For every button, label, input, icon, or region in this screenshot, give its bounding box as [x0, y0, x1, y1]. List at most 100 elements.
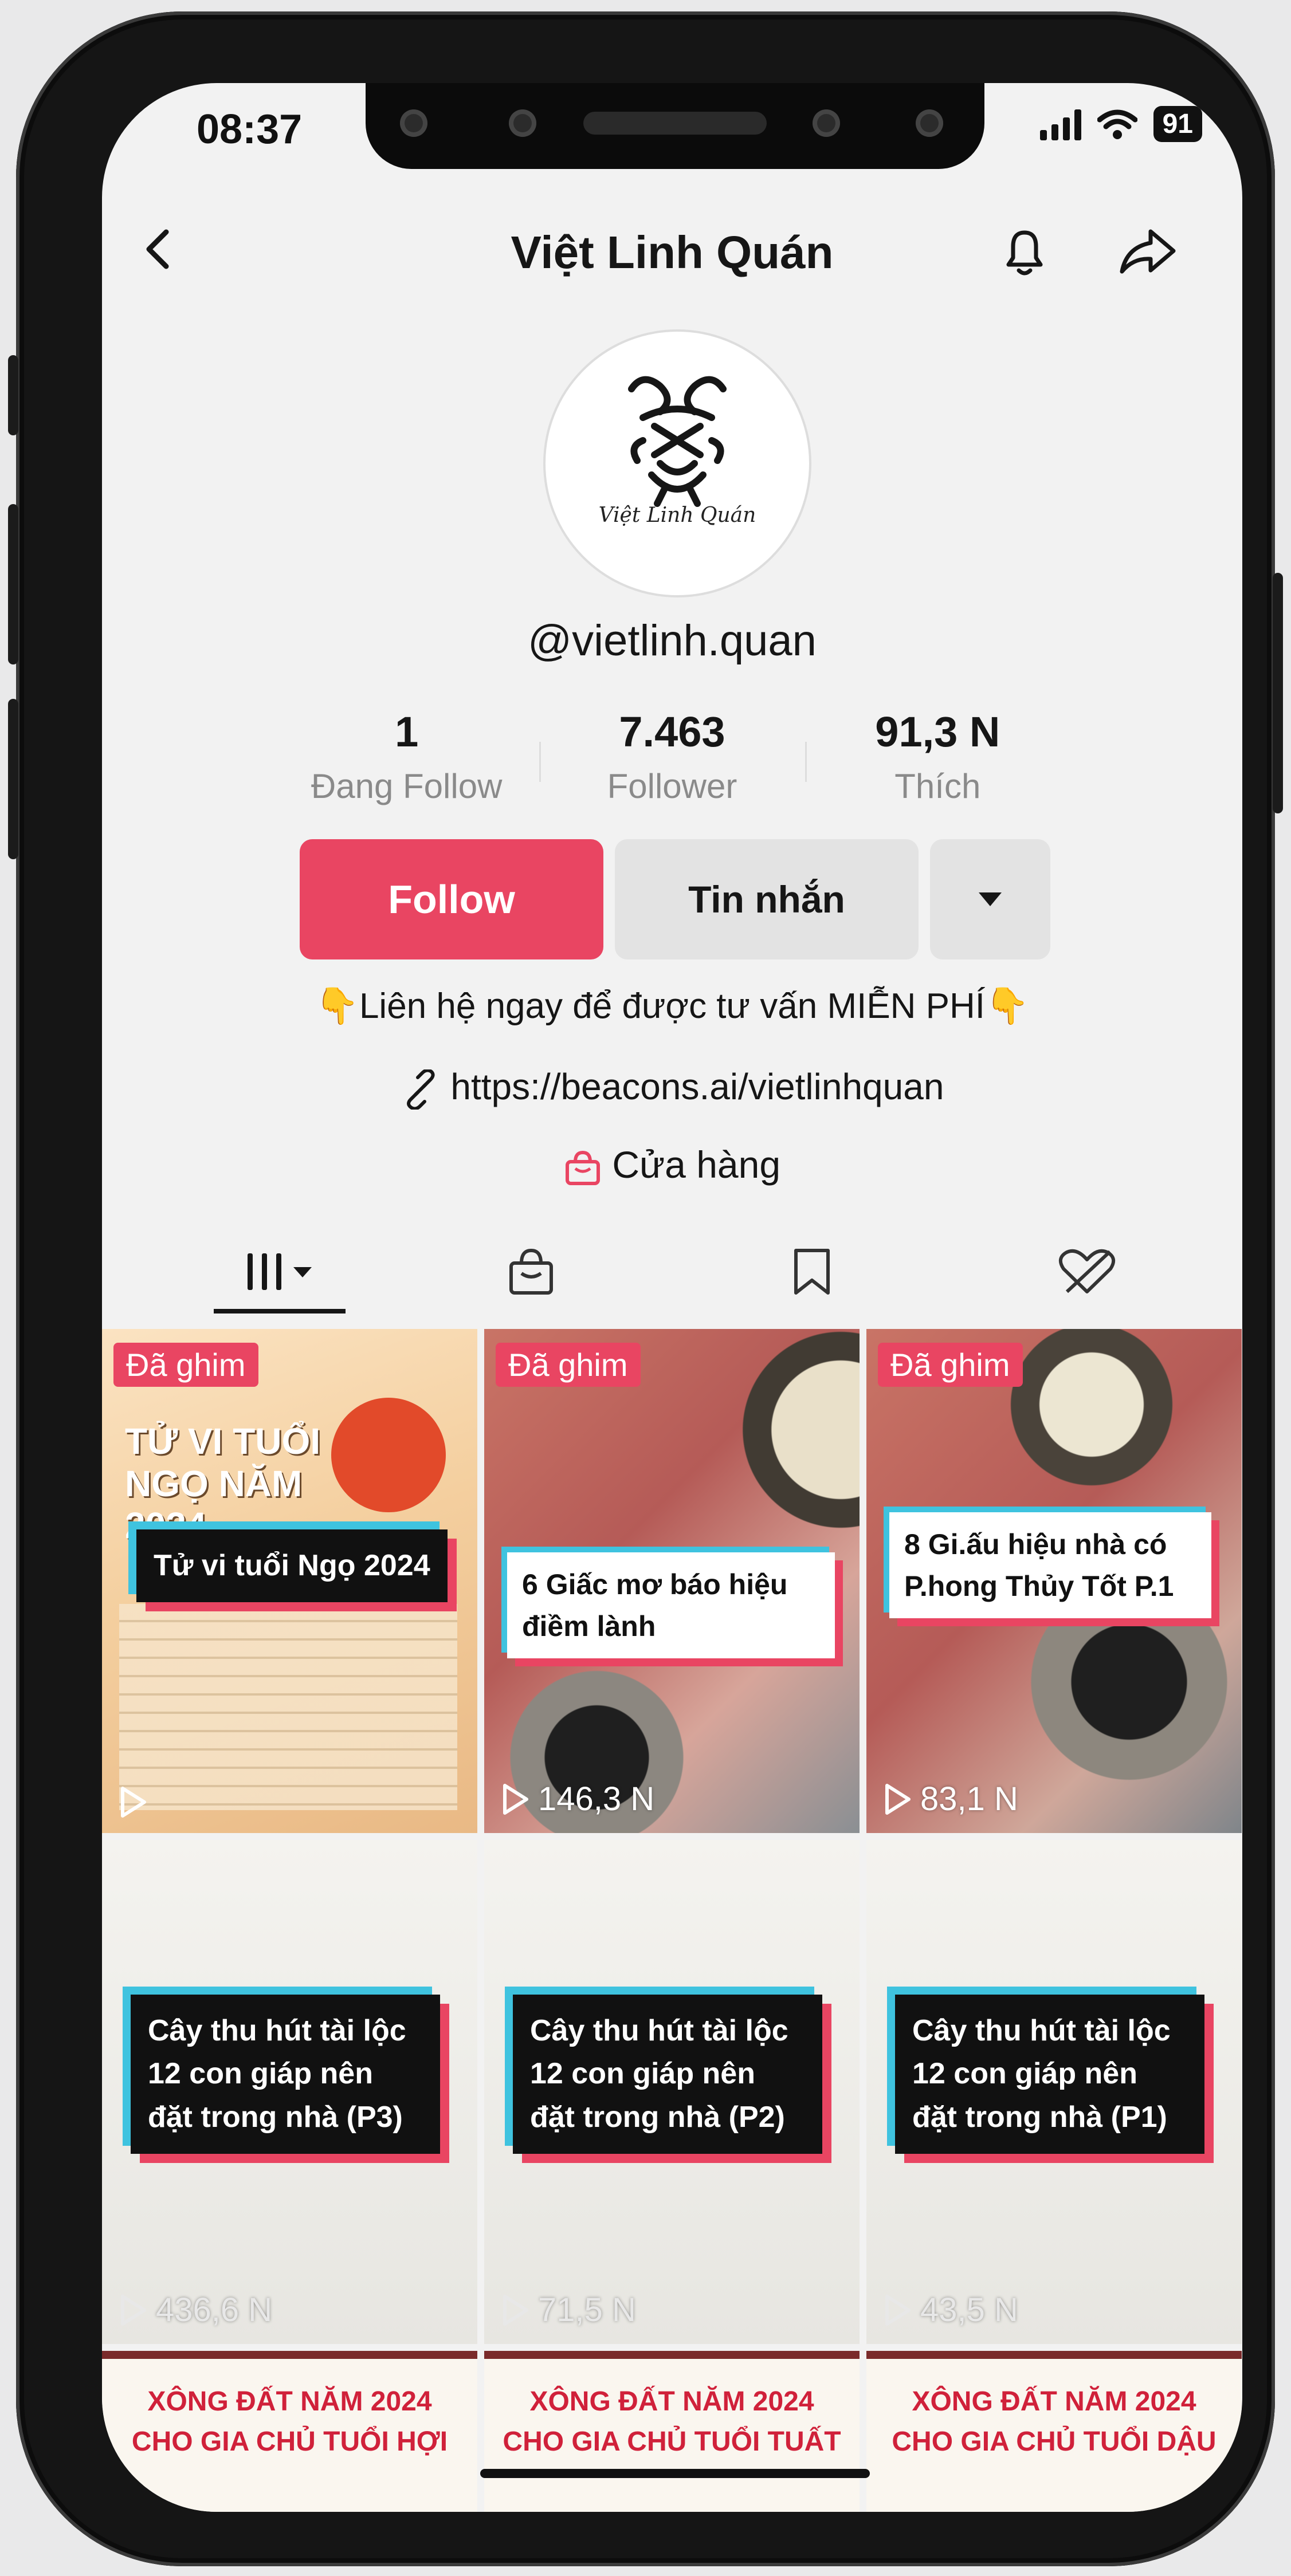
stat-followers[interactable]: 7.463 Follower: [539, 707, 805, 822]
screen: 08:37 91 Việt Linh Quán Việt Linh Quán @…: [102, 83, 1242, 2512]
play-icon: [503, 1783, 528, 1815]
shop-bag-icon: [565, 1150, 600, 1185]
tab-saved[interactable]: [669, 1229, 954, 1315]
pinned-badge: Đã ghim: [113, 1343, 258, 1387]
view-count-text: 43,5 N: [920, 2291, 1018, 2329]
speaker: [583, 112, 767, 135]
profile-bio: 👇Liên hệ ngay để được tư vấn MIỄN PHÍ👇: [315, 986, 1030, 1026]
view-count: [119, 1786, 148, 1818]
profile-stats: 1 Đang Follow 7.463 Follower 91,3 N Thíc…: [274, 707, 1070, 822]
view-count-text: 146,3 N: [538, 1780, 655, 1818]
dropdown-arrow-icon: [979, 892, 1002, 906]
play-icon: [885, 2294, 911, 2326]
battery-indicator: 91: [1153, 106, 1202, 142]
view-count: 146,3 N: [501, 1780, 654, 1818]
link-icon: [406, 1069, 435, 1110]
video-title: XÔNG ĐẤT NĂM 2024 CHO GIA CHỦ TUỔI TUẤT: [503, 2386, 841, 2457]
tab-liked[interactable]: [944, 1229, 1229, 1315]
shop-link[interactable]: Cửa hàng: [102, 1143, 1242, 1187]
view-count: 71,5 N: [501, 2291, 636, 2329]
front-camera: [509, 109, 536, 137]
view-count-text: 83,1 N: [920, 1780, 1018, 1818]
video-thumbnail[interactable]: Đã ghim 8 Gi.ấu hiệu nhà có P.hong Thủy …: [866, 1329, 1242, 1833]
video-caption: Cây thu hút tài lộc 12 con giáp nên đặt …: [513, 1995, 822, 2154]
sensor-3: [916, 109, 943, 137]
wifi-icon: [1097, 109, 1137, 139]
tab-shop[interactable]: [389, 1229, 673, 1315]
video-thumbnail[interactable]: TỬ VI TUỔI NGỌ NĂM 2024 Đã ghim Tử vi tu…: [102, 1329, 477, 1833]
video-caption: Cây thu hút tài lộc 12 con giáp nên đặt …: [131, 1995, 440, 2154]
view-count: 43,5 N: [884, 2291, 1018, 2329]
sensor-2: [813, 109, 840, 137]
notch: [366, 83, 984, 169]
avatar[interactable]: Việt Linh Quán: [543, 329, 811, 597]
tab-videos[interactable]: [136, 1229, 421, 1315]
username: @vietlinh.quan: [528, 616, 817, 665]
avatar-signature: Việt Linh Quán: [598, 504, 756, 527]
stat-divider: [539, 742, 541, 782]
power-button: [1273, 573, 1283, 813]
message-button[interactable]: Tin nhắn: [615, 839, 919, 959]
grid-tab-icon: [247, 1253, 312, 1290]
profile-link-text: https://beacons.ai/vietlinhquan: [450, 1066, 944, 1107]
sensor: [400, 109, 427, 137]
play-icon: [121, 1787, 146, 1818]
view-count-text: 71,5 N: [538, 2291, 636, 2329]
liked-tab-icon: [1058, 1249, 1115, 1293]
bookmark-tab-icon: [794, 1249, 830, 1295]
play-icon: [503, 2294, 528, 2326]
stat-label: Thích: [894, 767, 981, 805]
profile-header: Việt Linh Quán: [102, 203, 1242, 289]
view-count: 83,1 N: [884, 1780, 1018, 1818]
share-icon[interactable]: [1116, 223, 1179, 281]
home-indicator[interactable]: [480, 2469, 870, 2478]
horse-emblem: [331, 1398, 446, 1512]
stat-value: 1: [395, 708, 419, 756]
view-count: 436,6 N: [119, 2291, 272, 2329]
mute-switch: [8, 355, 18, 435]
page-title: Việt Linh Quán: [511, 227, 834, 278]
poster-text-block: [119, 1604, 457, 1810]
stat-value: 91,3 N: [875, 708, 1000, 756]
play-icon: [121, 2294, 146, 2326]
stat-label: Đang Follow: [311, 767, 503, 805]
profile-link[interactable]: https://beacons.ai/vietlinhquan: [102, 1065, 1242, 1110]
view-count-text: 436,6 N: [156, 2291, 273, 2329]
video-caption: 8 Gi.ấu hiệu nhà có P.hong Thủy Tốt P.1: [889, 1512, 1211, 1618]
video-title: XÔNG ĐẤT NĂM 2024 CHO GIA CHỦ TUỔI DẬU: [892, 2386, 1217, 2457]
bell-icon[interactable]: [996, 223, 1053, 281]
active-tab-indicator: [214, 1309, 346, 1313]
video-thumbnail[interactable]: Cây thu hút tài lộc 12 con giáp nên đặt …: [102, 1840, 477, 2344]
video-title: XÔNG ĐẤT NĂM 2024 CHO GIA CHỦ TUỔI HỢI: [131, 2386, 448, 2457]
follow-button[interactable]: Follow: [300, 839, 603, 959]
video-caption: Cây thu hút tài lộc 12 con giáp nên đặt …: [895, 1995, 1204, 2154]
video-thumbnail[interactable]: XÔNG ĐẤT NĂM 2024 CHO GIA CHỦ TUỔI TUẤT: [484, 2351, 860, 2512]
logo-icon: [628, 376, 727, 507]
status-indicators: 91: [1039, 106, 1202, 142]
volume-up-button: [8, 504, 18, 664]
pinned-badge: Đã ghim: [496, 1343, 641, 1387]
status-time: 08:37: [197, 107, 303, 152]
phone-frame: 08:37 91 Việt Linh Quán Việt Linh Quán @…: [8, 11, 1283, 2566]
video-thumbnail[interactable]: Cây thu hút tài lộc 12 con giáp nên đặt …: [866, 1840, 1242, 2344]
video-caption: 6 Giấc mơ báo hiệu điềm lành: [507, 1552, 835, 1658]
video-thumbnail[interactable]: Cây thu hút tài lộc 12 con giáp nên đặt …: [484, 1840, 860, 2344]
shop-label: Cửa hàng: [612, 1143, 781, 1186]
stat-value: 7.463: [619, 708, 725, 756]
video-thumbnail[interactable]: XÔNG ĐẤT NĂM 2024 CHO GIA CHỦ TUỔI HỢI: [102, 2351, 477, 2512]
content-tabs: [102, 1229, 1242, 1315]
stat-likes[interactable]: 91,3 N Thích: [805, 707, 1070, 822]
stat-divider: [805, 742, 807, 782]
shop-tab-icon: [509, 1248, 553, 1295]
suggested-accounts-button[interactable]: [930, 839, 1050, 959]
video-thumbnail[interactable]: XÔNG ĐẤT NĂM 2024 CHO GIA CHỦ TUỔI DẬU: [866, 2351, 1242, 2512]
play-icon: [885, 1783, 911, 1815]
pinned-badge: Đã ghim: [878, 1343, 1023, 1387]
volume-down-button: [8, 699, 18, 859]
stat-label: Follower: [607, 767, 737, 805]
poster-title: TỬ VI TUỔI NGỌ NĂM 2024: [125, 1421, 321, 1547]
stat-following[interactable]: 1 Đang Follow: [274, 707, 539, 822]
video-thumbnail[interactable]: Đã ghim 6 Giấc mơ báo hiệu điềm lành 146…: [484, 1329, 860, 1833]
video-caption: Tử vi tuổi Ngọ 2024: [136, 1529, 448, 1603]
signal-icon: [1039, 108, 1081, 140]
